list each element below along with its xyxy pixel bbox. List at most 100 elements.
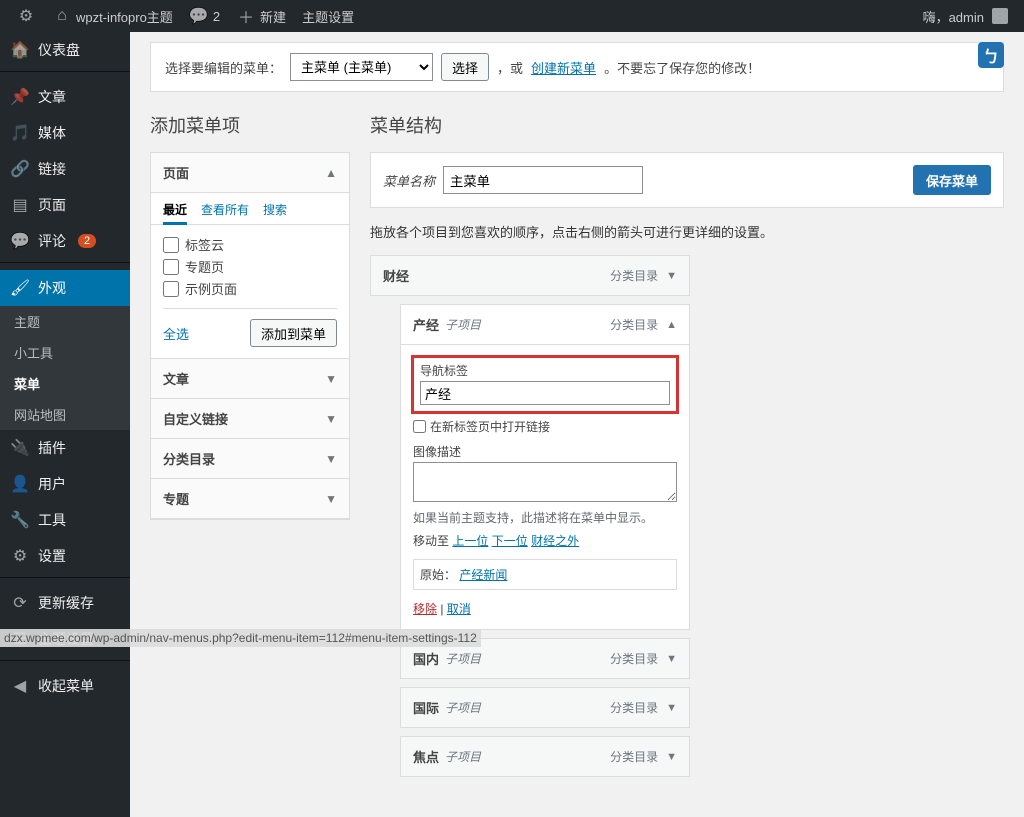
menu-items-list: 财经 分类目录▼ 产经 子项目 分类目录▲ 导航标签 [370,255,1004,777]
user-icon: 👤 [10,474,30,494]
accordion-label: 页面 [163,163,189,182]
page-check-list: 标签云 专题页 示例页面 [163,235,337,298]
avatar [992,8,1008,24]
submenu-widgets[interactable]: 小工具 [0,337,130,368]
item-type: 分类目录 [610,699,658,716]
plus-icon: ＋ [236,6,256,26]
item-subtext: 子项目 [445,699,481,716]
chevron-down-icon: ▼ [325,492,337,506]
accordion-head-topics[interactable]: 专题▼ [150,478,350,519]
sidebar-item-media[interactable]: 🎵 媒体 [0,115,130,151]
chevron-down-icon: ▼ [666,751,677,763]
menu-header-bar: 菜单名称 保存菜单 [370,152,1004,208]
submenu-sitemap[interactable]: 网站地图 [0,399,130,430]
remove-link[interactable]: 移除 [413,602,437,616]
sidebar-label: 评论 [38,231,66,251]
save-menu-button[interactable]: 保存菜单 [913,165,991,195]
new-tab-checkbox[interactable] [413,420,426,433]
select-all-link[interactable]: 全选 [163,324,189,343]
sidebar-item-dashboard[interactable]: 🏠 仪表盘 [0,32,130,68]
media-icon: 🎵 [10,123,30,143]
sidebar-item-plugins[interactable]: 🔌插件 [0,430,130,466]
accordion-head-pages[interactable]: 页面 ▲ [150,152,350,193]
menu-item-row[interactable]: 产经 子项目 分类目录▲ [400,304,690,345]
sidebar-item-settings[interactable]: ⚙设置 [0,538,130,574]
check-item-2[interactable]: 示例页面 [163,279,337,298]
menu-item-row[interactable]: 焦点 子项目 分类目录▼ [400,736,690,777]
sidebar-label: 工具 [38,510,66,530]
sidebar-label: 外观 [38,278,66,298]
sidebar-label: 用户 [38,474,66,494]
menu-name-input[interactable] [443,166,643,194]
item-title: 国际 [413,698,439,717]
structure-title: 菜单结构 [370,112,1004,138]
ime-indicator[interactable]: ㄅ [978,42,1004,68]
sidebar-item-users[interactable]: 👤 用户 [0,466,130,502]
image-desc-textarea[interactable] [413,462,677,502]
check-item-0[interactable]: 标签云 [163,235,337,254]
theme-settings-link[interactable]: 主题设置 [294,0,362,32]
brush-icon: 🖌 [10,278,30,298]
desc-hint: 如果当前主题支持，此描述将在菜单中显示。 [413,509,677,526]
accordion-tabs: 最近 查看所有 搜索 [151,193,349,225]
drag-hint: 拖放各个项目到您喜欢的顺序，点击右侧的箭头可进行更详细的设置。 [370,222,1004,241]
sidebar-item-pages[interactable]: ▤页面 [0,187,130,223]
sidebar-label: 页面 [38,195,66,215]
tab-search[interactable]: 搜索 [263,201,287,218]
submenu-menus[interactable]: 菜单 [0,368,130,399]
menu-item-row[interactable]: 财经 分类目录▼ [370,255,690,296]
submenu-themes[interactable]: 主题 [0,306,130,337]
new-label: 新建 [260,7,286,26]
sidebar-submenu-appearance: 主题 小工具 菜单 网站地图 [0,306,130,430]
checkbox[interactable] [163,281,179,297]
comment-badge: 2 [78,234,96,248]
sidebar-label: 收起菜单 [38,676,94,696]
accordion-head-categories[interactable]: 分类目录▼ [150,438,350,479]
cancel-link[interactable]: 取消 [447,602,471,616]
sidebar-label: 媒体 [38,123,66,143]
sidebar-collapse[interactable]: ◀收起菜单 [0,668,130,704]
nav-label-input[interactable] [420,381,670,405]
sidebar-item-comments[interactable]: 💬评论2 [0,223,130,259]
sidebar-item-links[interactable]: 🔗链接 [0,151,130,187]
dashboard-icon: 🏠 [10,40,30,60]
accordion-head-posts[interactable]: 文章 ▼ [150,358,350,399]
checkbox[interactable] [163,259,179,275]
sidebar-label: 仪表盘 [38,40,80,60]
account-link[interactable]: 嗨，admin [915,0,1016,32]
chevron-up-icon: ▲ [325,166,337,180]
move-up-link[interactable]: 上一位 [452,534,488,548]
or-text: ，或 [497,58,523,77]
check-item-1[interactable]: 专题页 [163,257,337,276]
add-to-menu-button[interactable]: 添加到菜单 [250,319,337,347]
wp-logo[interactable]: ⚙ [8,0,44,32]
accordion-label: 文章 [163,369,189,388]
item-type: 分类目录 [610,650,658,667]
original-link[interactable]: 产经新闻 [459,568,507,582]
sidebar-item-tools[interactable]: 🔧工具 [0,502,130,538]
menu-item-row[interactable]: 国际 子项目 分类目录▼ [400,687,690,728]
move-down-link[interactable]: 下一位 [492,534,528,548]
new-link[interactable]: ＋新建 [228,0,294,32]
checkbox[interactable] [163,237,179,253]
sidebar-item-cache[interactable]: ⟳更新缓存 [0,585,130,621]
accordion-head-custom[interactable]: 自定义链接▼ [150,398,350,439]
menu-select[interactable]: 主菜单 (主菜单) [290,53,433,81]
sidebar-item-appearance[interactable]: 🖌 外观 [0,270,130,306]
add-items-title: 添加菜单项 [150,112,350,138]
sidebar-item-posts[interactable]: 📌文章 [0,79,130,115]
admin-sidebar: 🏠仪表盘 📌文章 🎵媒体 🔗链接 ▤页面 💬评论2 🖌外观 主题 小工具 菜单 … [0,32,130,817]
tab-viewall[interactable]: 查看所有 [201,201,249,218]
sidebar-label: 链接 [38,159,66,179]
refresh-icon: ⟳ [10,593,30,613]
nav-label: 导航标签 [420,362,670,379]
chevron-down-icon: ▼ [325,372,337,386]
site-link[interactable]: ⌂wpzt-infopro主题 [44,0,181,32]
move-out-link[interactable]: 财经之外 [531,534,579,548]
comments-link[interactable]: 💬2 [181,0,228,32]
item-type: 分类目录 [610,748,658,765]
tab-recent[interactable]: 最近 [163,201,187,225]
select-button[interactable]: 选择 [441,53,489,81]
check-label: 标签云 [185,235,224,254]
create-new-link[interactable]: 创建新菜单 [531,58,596,77]
